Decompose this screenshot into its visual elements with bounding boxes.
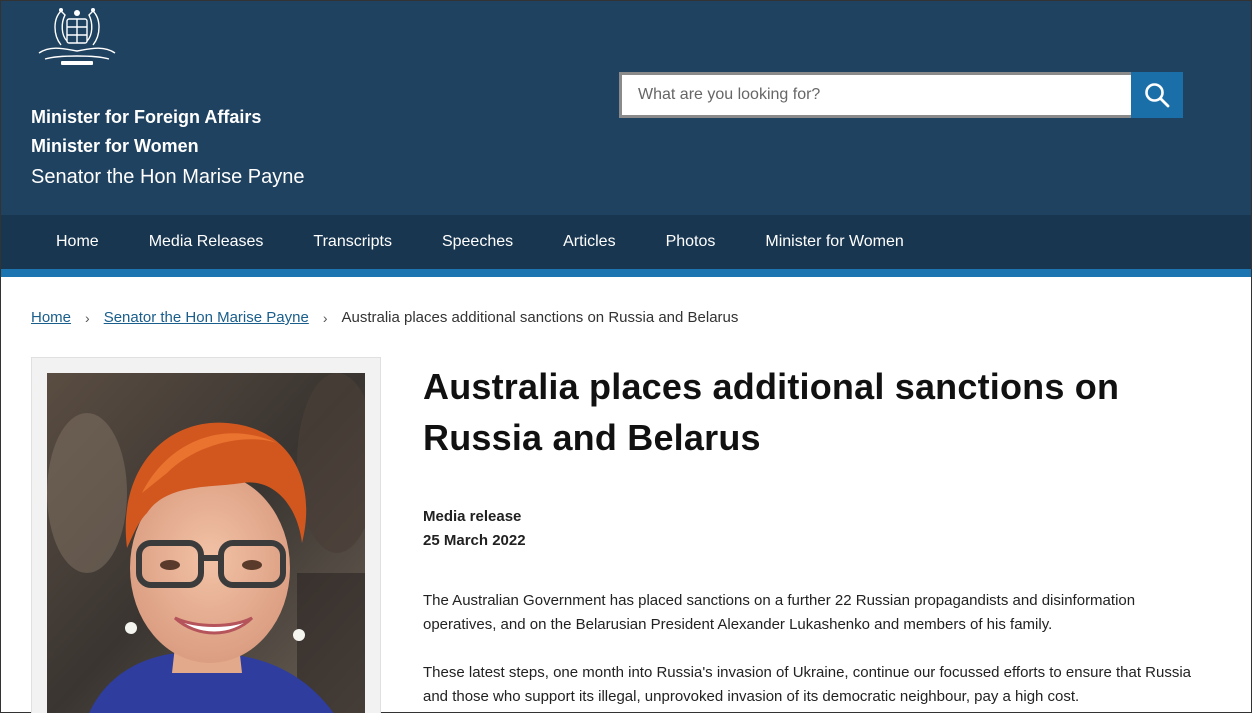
breadcrumb-current: Australia places additional sanctions on… [341, 309, 739, 326]
article-meta: Media release 25 March 2022 [423, 505, 1203, 553]
main-nav: Home Media Releases Transcripts Speeches… [1, 215, 1251, 269]
article-date: 25 March 2022 [423, 532, 526, 549]
article-main: Australia places additional sanctions on… [423, 361, 1203, 709]
coat-of-arms-icon[interactable] [31, 5, 123, 67]
nav-item-photos[interactable]: Photos [641, 215, 741, 269]
nav-item-transcripts[interactable]: Transcripts [288, 215, 417, 269]
nav-item-home[interactable]: Home [31, 215, 124, 269]
article-paragraph: The Australian Government has placed san… [423, 592, 1136, 633]
search-form [619, 72, 1183, 118]
search-input[interactable] [619, 72, 1131, 118]
search-button[interactable] [1131, 72, 1183, 118]
chevron-right-icon: › [322, 310, 328, 326]
nav-item-minister-for-women[interactable]: Minister for Women [740, 215, 928, 269]
search-icon [1145, 83, 1170, 108]
article-paragraph: These latest steps, one month into Russi… [423, 664, 1192, 705]
site-header: Minister for Foreign Affairs Minister fo… [1, 1, 1251, 215]
portrait-image [47, 373, 365, 713]
title-senator: Senator the Hon Marise Payne [31, 166, 305, 188]
page-title: Australia places additional sanctions on… [423, 366, 1120, 458]
minister-portrait [47, 373, 365, 713]
nav-item-speeches[interactable]: Speeches [417, 215, 538, 269]
breadcrumb: Home › Senator the Hon Marise Payne › Au… [31, 307, 738, 329]
nav-accent-bar [1, 269, 1251, 277]
minister-photo-card [31, 357, 381, 713]
nav-item-media-releases[interactable]: Media Releases [124, 215, 289, 269]
article-type: Media release [423, 508, 522, 525]
breadcrumb-home-link[interactable]: Home [31, 307, 71, 329]
nav-item-articles[interactable]: Articles [538, 215, 640, 269]
chevron-right-icon: › [85, 310, 90, 326]
title-women: Minister for Women [31, 136, 199, 156]
breadcrumb-senator-link[interactable]: Senator the Hon Marise Payne [104, 307, 309, 329]
site-title[interactable]: Minister for Foreign Affairs Minister fo… [31, 103, 305, 193]
title-foreign-affairs: Minister for Foreign Affairs [31, 107, 262, 127]
